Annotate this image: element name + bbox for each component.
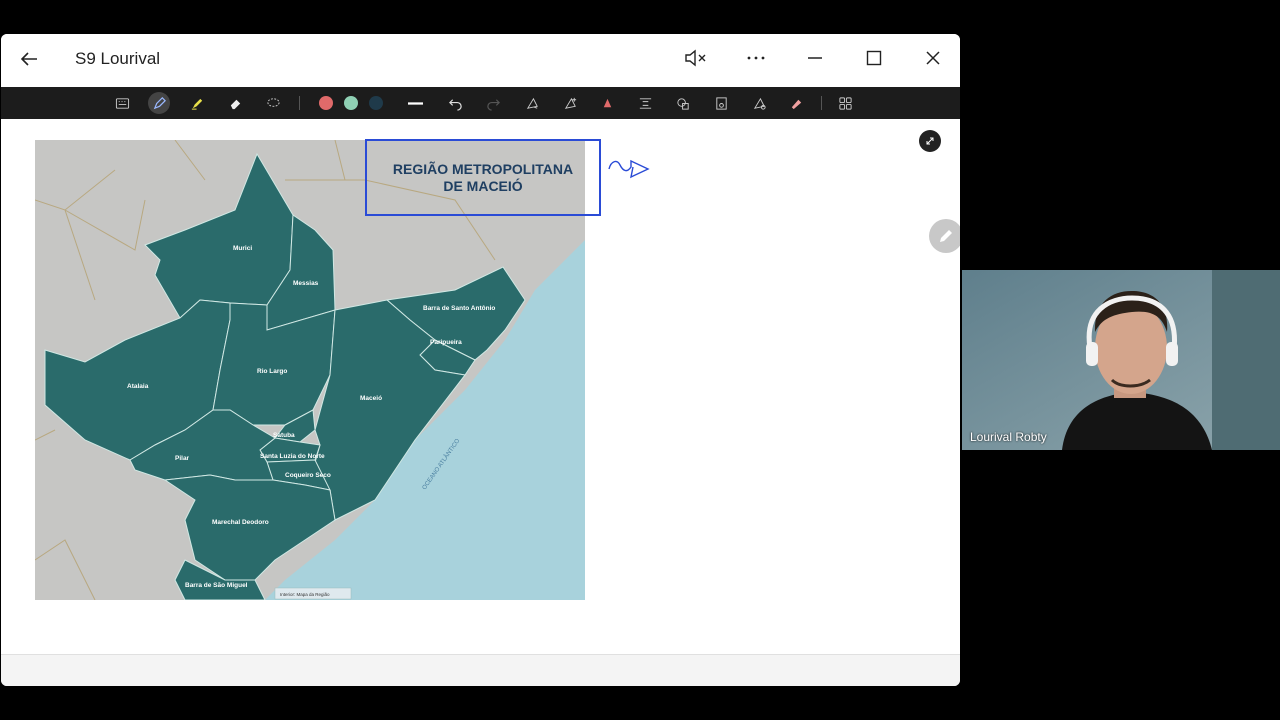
- tool-shapes[interactable]: [673, 94, 693, 112]
- ink-to-shape-icon: [526, 97, 538, 109]
- color-red[interactable]: [319, 96, 333, 110]
- label-maceio: Maceió: [360, 395, 382, 402]
- participant-video-feed: [962, 270, 1280, 450]
- replay-icon: [753, 97, 766, 110]
- ellipsis-icon: [747, 56, 765, 60]
- pen-icon: [153, 96, 166, 109]
- ink-to-text-icon: [564, 97, 576, 109]
- align-text-icon: [639, 97, 651, 109]
- label-coqueiro-seco: Coqueiro Seco: [285, 472, 331, 479]
- redo-button[interactable]: [483, 94, 503, 112]
- collapse-arrows-icon: [926, 137, 934, 145]
- tool-lock[interactable]: [711, 94, 731, 112]
- tool-lasso[interactable]: [263, 94, 283, 112]
- tool-highlighter[interactable]: [187, 94, 207, 112]
- close-icon: [926, 51, 940, 65]
- map-title-line1: REGIÃO METROPOLITANA: [392, 160, 574, 177]
- ink-scribble: [608, 159, 650, 179]
- speaker-muted-icon: [685, 49, 706, 67]
- label-atalaia: Atalaia: [127, 383, 149, 390]
- label-pilar: Pilar: [175, 455, 190, 462]
- pencil-icon: [940, 230, 952, 242]
- lock-page-icon: [715, 96, 727, 110]
- map-source-note: Interior: Mapa da Região: [280, 592, 330, 597]
- bottom-bar: [1, 654, 960, 686]
- apps-grid-icon: [838, 96, 852, 110]
- tool-math[interactable]: [635, 94, 655, 112]
- toolbar-divider: [821, 96, 822, 110]
- maximize-icon: [866, 50, 882, 66]
- lasso-icon: [266, 97, 280, 107]
- color-dark-teal[interactable]: [369, 96, 383, 110]
- back-button[interactable]: [15, 47, 43, 71]
- highlighter-icon: [191, 98, 202, 110]
- minimize-icon: [808, 57, 822, 59]
- label-murici: Murici: [233, 245, 252, 252]
- map-title-line2: DE MACEIÓ: [443, 177, 523, 194]
- label-satuba: Satuba: [273, 432, 295, 439]
- whiteboard-canvas[interactable]: Murici Messias Barra de Santo Antônio Pa…: [1, 119, 960, 654]
- tool-ink-to-text[interactable]: [560, 94, 580, 112]
- pen-floating-button[interactable]: [929, 219, 960, 253]
- title-bar: S9 Lourival: [1, 34, 960, 87]
- tool-ruler[interactable]: [597, 94, 617, 112]
- label-paripueira: Paripueira: [430, 339, 462, 346]
- undo-button[interactable]: [445, 94, 465, 112]
- label-santa-luzia: Santa Luzia do Norte: [260, 453, 325, 460]
- label-barra-santo-antonio: Barra de Santo Antônio: [423, 305, 495, 312]
- collapse-button[interactable]: [919, 130, 941, 152]
- maximize-button[interactable]: [859, 46, 889, 70]
- tool-ink-to-shape[interactable]: [522, 94, 542, 112]
- whiteboard-window: S9 Lourival Murici Messias Barra de Sant…: [1, 34, 960, 686]
- inking-toolbar: [1, 87, 960, 119]
- toolbar-divider: [299, 96, 300, 110]
- keyboard-icon: [115, 97, 129, 109]
- more-options-button[interactable]: [741, 46, 771, 70]
- minimize-button[interactable]: [800, 46, 830, 70]
- tool-clear-ink[interactable]: [786, 94, 806, 112]
- tool-eraser[interactable]: [225, 94, 245, 112]
- label-messias: Messias: [293, 280, 319, 287]
- participant-name: Lourival Robty: [970, 430, 1047, 444]
- label-rio-largo: Rio Largo: [257, 368, 287, 375]
- clear-ink-icon: [791, 99, 801, 109]
- close-button[interactable]: [918, 46, 948, 70]
- eraser-icon: [230, 99, 240, 109]
- mute-button[interactable]: [681, 46, 711, 70]
- screen: S9 Lourival Murici Messias Barra de Sant…: [0, 0, 1280, 720]
- tool-text-box[interactable]: [112, 94, 132, 112]
- tool-pen[interactable]: [148, 92, 170, 114]
- window-title: S9 Lourival: [75, 49, 161, 68]
- participant-video: Lourival Robty: [962, 270, 1280, 450]
- line-thickness-icon: [407, 101, 423, 105]
- back-arrow-icon: [20, 52, 37, 66]
- shapes-icon: [676, 97, 689, 110]
- more-tools-button[interactable]: [835, 94, 855, 112]
- undo-icon: [448, 98, 462, 111]
- map-title-box: REGIÃO METROPOLITANA DE MACEIÓ: [365, 139, 601, 216]
- color-green[interactable]: [344, 96, 358, 110]
- redo-icon: [486, 98, 500, 111]
- label-marechal-deodoro: Marechal Deodoro: [212, 519, 269, 526]
- tool-replay[interactable]: [749, 94, 769, 112]
- tool-line-thickness[interactable]: [405, 94, 425, 112]
- stamp-icon: [603, 98, 611, 107]
- label-barra-sao-miguel: Barra de São Miguel: [185, 582, 248, 589]
